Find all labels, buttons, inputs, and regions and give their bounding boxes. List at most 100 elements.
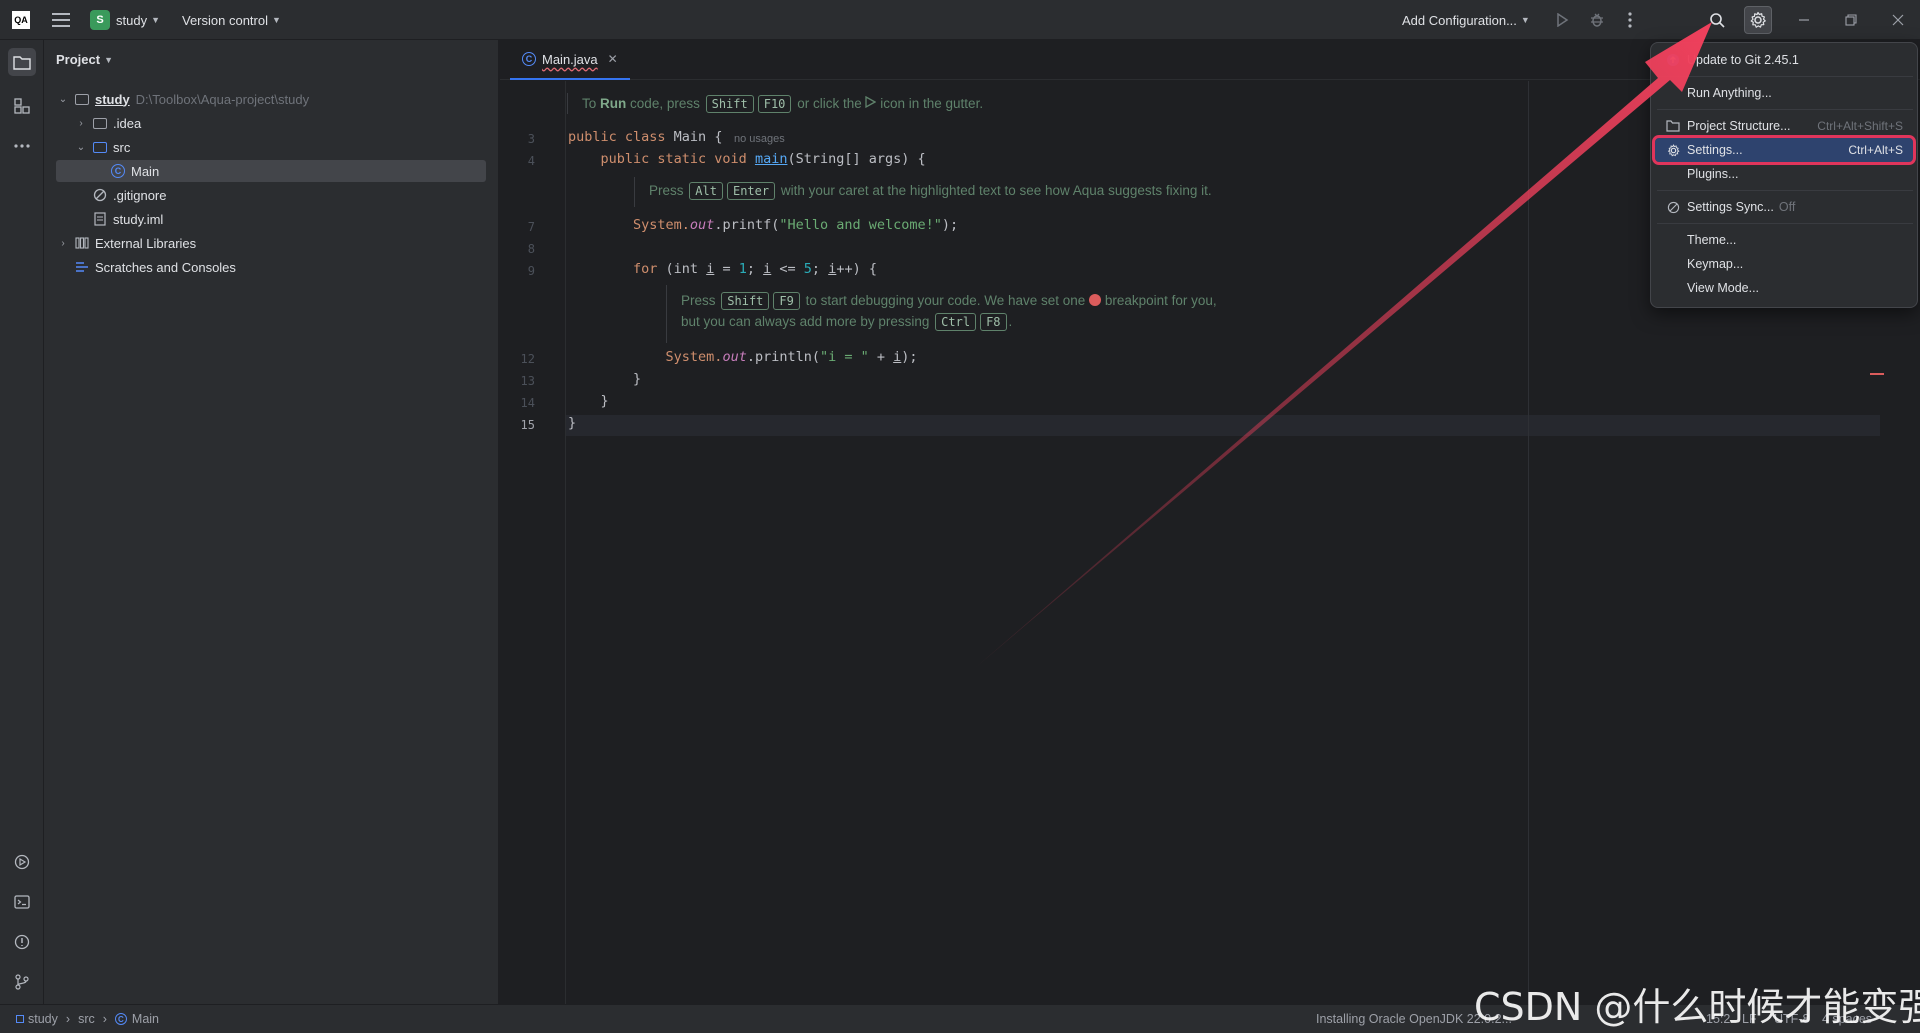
menu-item-settings[interactable]: Settings... Ctrl+Alt+S xyxy=(1652,135,1916,165)
source-folder-icon xyxy=(92,140,108,154)
line-number: 4 xyxy=(527,154,535,168)
breadcrumb-item-src[interactable]: src xyxy=(78,1012,95,1026)
tree-item-study[interactable]: ⌄ study D:\Toolbox\Aqua-project\study xyxy=(56,88,309,110)
chevron-down-icon: ▼ xyxy=(1520,15,1530,25)
menu-item-keymap[interactable]: Keymap... xyxy=(1655,252,1913,276)
shortcut-key: F8 xyxy=(980,313,1007,331)
gear-icon[interactable] xyxy=(1744,6,1772,34)
breadcrumb-item-main[interactable]: Main xyxy=(132,1012,159,1026)
shortcut-key: Alt xyxy=(689,182,723,200)
line-number: 3 xyxy=(527,132,535,146)
tree-item-idea[interactable]: › .idea xyxy=(74,112,141,134)
search-icon[interactable] xyxy=(1703,6,1731,34)
line-number: 15 xyxy=(520,418,535,432)
git-branch-icon[interactable] xyxy=(8,968,36,996)
breadcrumb-item-study[interactable]: study xyxy=(28,1012,58,1026)
tree-item-src[interactable]: ⌄ src xyxy=(74,136,131,158)
menu-item-plugins[interactable]: Plugins... xyxy=(1655,162,1913,186)
breadcrumb: study › src › C Main xyxy=(16,1012,159,1026)
shortcut-key: Shift xyxy=(705,95,754,113)
breakpoint-icon xyxy=(1089,294,1102,306)
shortcut-key: Shift xyxy=(721,292,770,310)
terminal-icon[interactable] xyxy=(8,888,36,916)
debug-hint-comment: Press Shift F9 to start debugging your co… xyxy=(666,285,1217,343)
module-icon xyxy=(16,1015,24,1023)
menu-item-update-git[interactable]: Update to Git 2.45.1 xyxy=(1655,48,1913,72)
project-panel: Project ▼ ⌄ study D:\Toolbox\Aqua-projec… xyxy=(44,40,499,1004)
chevron-down-icon[interactable]: ⌄ xyxy=(74,142,88,153)
usages-inlay-hint[interactable]: no usages xyxy=(734,133,785,145)
project-name: study xyxy=(116,12,148,28)
java-class-icon: C xyxy=(522,52,536,66)
code-line-12[interactable]: System.out.println("i = " + i); xyxy=(568,349,918,365)
update-icon xyxy=(1666,53,1680,67)
app-logo[interactable]: QA xyxy=(12,8,30,32)
ignore-file-icon xyxy=(92,188,108,202)
chevron-down-icon: ▼ xyxy=(272,15,281,25)
vcs-widget[interactable]: Version control ▼ xyxy=(182,8,281,32)
quickfix-hint-comment: Press Alt Enter with your caret at the hi… xyxy=(634,177,1212,207)
services-icon[interactable] xyxy=(8,848,36,876)
tree-item-main[interactable]: C Main xyxy=(56,160,486,182)
code-line-13[interactable]: } xyxy=(568,371,641,387)
minimize-icon[interactable] xyxy=(1790,6,1818,34)
line-number: 12 xyxy=(520,352,535,366)
java-class-icon: C xyxy=(110,164,126,178)
module-folder-icon xyxy=(74,92,90,106)
shortcut-key: Ctrl xyxy=(935,313,977,331)
code-line-15[interactable]: } xyxy=(568,415,576,431)
menu-item-project-structure[interactable]: Project Structure... Ctrl+Alt+Shift+S xyxy=(1655,114,1913,138)
tree-item-gitignore[interactable]: .gitignore xyxy=(92,184,166,206)
close-icon[interactable] xyxy=(1884,6,1912,34)
line-number: 8 xyxy=(527,242,535,256)
menu-item-view-mode[interactable]: View Mode... xyxy=(1655,276,1913,300)
menu-separator xyxy=(1657,76,1913,77)
error-stripe-marker[interactable] xyxy=(1870,373,1884,375)
line-number: 7 xyxy=(527,220,535,234)
code-line-9[interactable]: for (int i = 1; i <= 5; i++) { xyxy=(568,261,877,277)
main-menu-icon[interactable] xyxy=(52,8,70,32)
vcs-label: Version control xyxy=(182,12,268,28)
structure-icon[interactable] xyxy=(8,92,36,120)
code-line-14[interactable]: } xyxy=(568,393,609,409)
menu-item-theme[interactable]: Theme... xyxy=(1655,228,1913,252)
tree-item-study-iml[interactable]: study.iml xyxy=(92,208,163,230)
sync-off-icon xyxy=(1666,200,1680,214)
line-number: 13 xyxy=(520,374,535,388)
code-line-3[interactable]: public class Main { xyxy=(568,129,722,145)
tree-item-scratches[interactable]: Scratches and Consoles xyxy=(74,256,236,278)
panel-title: Project xyxy=(56,52,101,67)
current-line-highlight xyxy=(500,415,1880,436)
tab-label: Main.java xyxy=(542,51,598,67)
settings-popup-menu: Update to Git 2.45.1 Run Anything... Pro… xyxy=(1650,42,1918,308)
code-line-7[interactable]: System.out.printf("Hello and welcome!"); xyxy=(568,217,958,233)
editor-gutter[interactable]: 3 4 7 8 9 12 13 14 15 xyxy=(500,81,566,1004)
project-badge: S xyxy=(90,10,110,30)
run-icon[interactable] xyxy=(1548,6,1576,34)
project-folder-icon[interactable] xyxy=(8,48,36,76)
chevron-right-icon[interactable]: › xyxy=(56,238,70,249)
watermark: CSDN @什么时候才能变强 xyxy=(1474,985,1920,1029)
folder-icon xyxy=(92,116,108,130)
shortcut-key: F10 xyxy=(757,95,792,113)
project-switcher[interactable]: S study ▼ xyxy=(90,8,160,32)
problems-icon[interactable] xyxy=(8,928,36,956)
project-panel-header[interactable]: Project ▼ xyxy=(56,52,113,67)
run-configuration-selector[interactable]: Add Configuration... ▼ xyxy=(1402,8,1530,32)
run-hint-comment: To Run code, press Shift F10 or click the… xyxy=(567,93,983,114)
run-gutter-icon xyxy=(865,95,877,109)
restore-icon[interactable] xyxy=(1837,6,1865,34)
menu-item-run-anything[interactable]: Run Anything... xyxy=(1655,81,1913,105)
more-tools-icon[interactable] xyxy=(8,132,36,160)
chevron-right-icon[interactable]: › xyxy=(74,118,88,129)
tab-main-java[interactable]: C Main.java ✕ xyxy=(510,40,630,80)
code-line-4[interactable]: public static void main(String[] args) { xyxy=(568,151,926,167)
close-tab-icon[interactable]: ✕ xyxy=(608,52,618,66)
more-actions-icon[interactable] xyxy=(1616,6,1644,34)
menu-item-settings-sync[interactable]: Settings Sync... Off xyxy=(1655,195,1913,219)
debug-icon[interactable] xyxy=(1583,6,1611,34)
file-icon xyxy=(92,212,108,226)
chevron-down-icon[interactable]: ⌄ xyxy=(56,94,70,105)
tree-item-external-libraries[interactable]: › External Libraries xyxy=(56,232,196,254)
gear-icon xyxy=(1666,143,1680,157)
